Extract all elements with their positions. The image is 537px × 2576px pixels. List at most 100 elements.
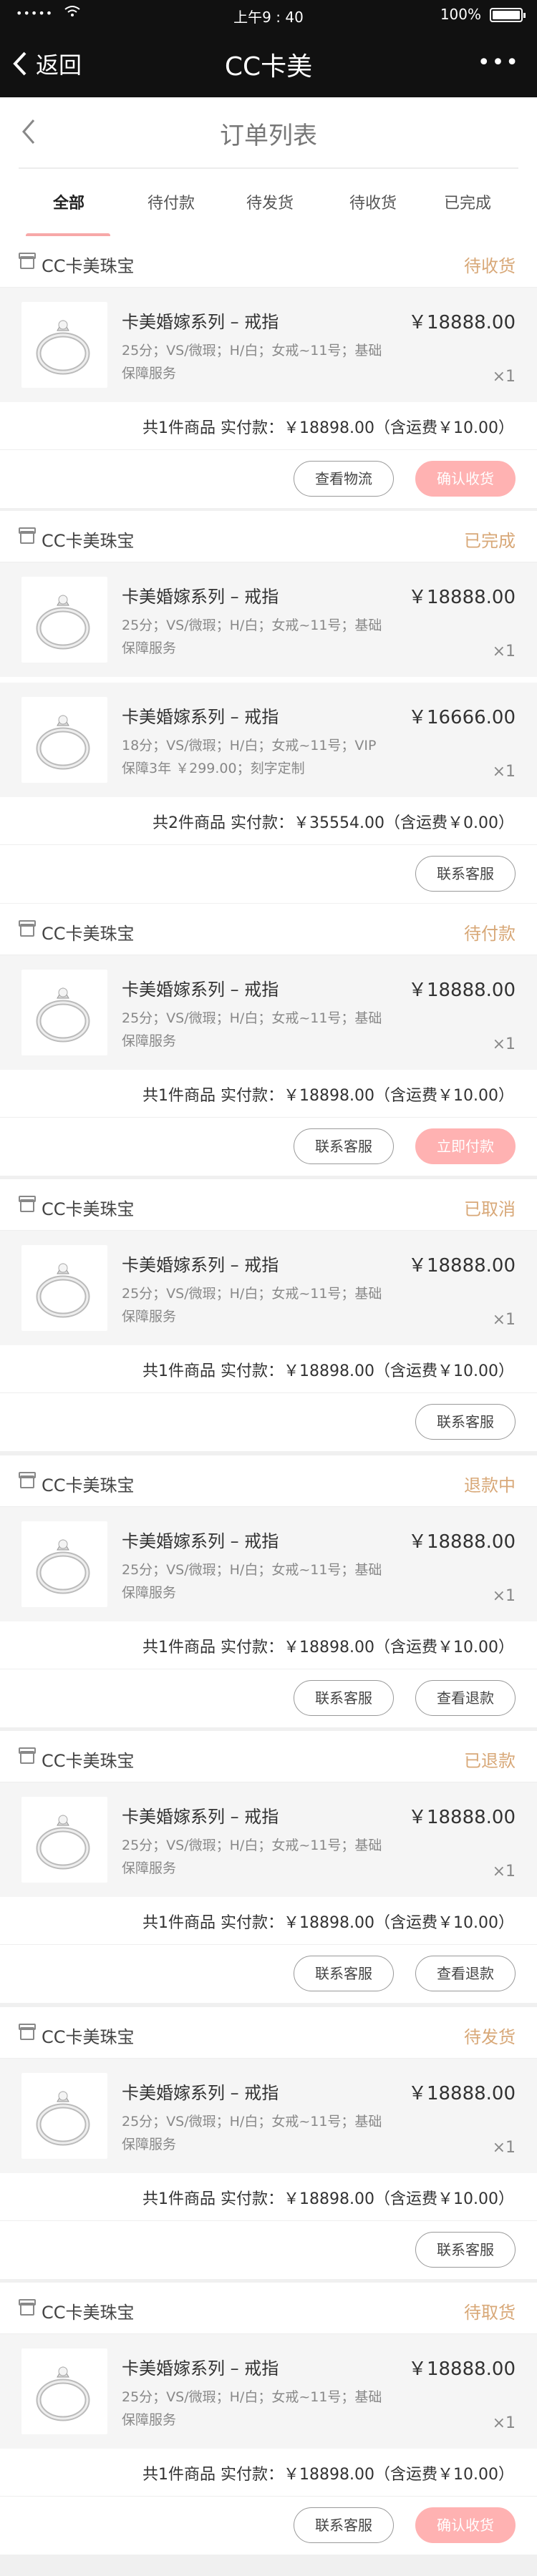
order-header: CC卡美珠宝 待取货 <box>0 2283 537 2334</box>
order-item[interactable]: 卡美婚嫁系列 – 戒指 ￥18888.00 25分；VS/微瑕；H/白；女戒~1… <box>0 288 537 402</box>
item-quantity: ×1 <box>492 1863 516 1880</box>
order-item[interactable]: 卡美婚嫁系列 – 戒指 ￥18888.00 25分；VS/微瑕；H/白；女戒~1… <box>0 2059 537 2173</box>
item-price: ￥18888.00 <box>407 1531 516 1553</box>
order-status: 已完成 <box>464 531 516 551</box>
item-quantity: ×1 <box>492 2414 516 2432</box>
order-status: 已取消 <box>464 1199 516 1219</box>
order-item[interactable]: 卡美婚嫁系列 – 戒指 ￥18888.00 25分；VS/微瑕；H/白；女戒~1… <box>0 1507 537 1621</box>
order-summary: 共1件商品 实付款：￥18898.00（含运费￥10.00） <box>142 2190 514 2208</box>
order-item[interactable]: 卡美婚嫁系列 – 戒指 ￥18888.00 25分；VS/微瑕；H/白；女戒~1… <box>0 2334 537 2449</box>
item-spec: 25分；VS/微瑕；H/白；女戒~11号；基础保障服务 <box>122 1010 382 1049</box>
item-price: ￥18888.00 <box>407 587 516 608</box>
shop-name: CC卡美珠宝 <box>42 531 135 551</box>
item-name: 卡美婚嫁系列 – 戒指 <box>122 707 279 727</box>
tab-pending-receipt[interactable]: 待收货 <box>349 190 397 213</box>
order-status: 待付款 <box>464 924 516 944</box>
order-summary: 共1件商品 实付款：￥18898.00（含运费￥10.00） <box>142 419 514 437</box>
ring-product-image <box>21 1245 107 1331</box>
order-item[interactable]: 卡美婚嫁系列 – 戒指 ￥16666.00 18分；VS/微瑕；H/白；女戒~1… <box>0 683 537 797</box>
item-name: 卡美婚嫁系列 – 戒指 <box>122 1807 279 1827</box>
shop-icon <box>19 2299 36 2316</box>
secondary-action-button[interactable]: 查看物流 <box>294 461 394 497</box>
divider <box>0 449 537 450</box>
shop-name: CC卡美珠宝 <box>42 924 135 944</box>
order-status: 已退款 <box>464 1751 516 1771</box>
secondary-action-button[interactable]: 联系客服 <box>294 2507 394 2543</box>
shop-name: CC卡美珠宝 <box>42 1199 135 1219</box>
order-card: CC卡美珠宝 待收货 卡美婚嫁系列 – 戒指 ￥18888.00 25分；VS/… <box>0 236 537 508</box>
secondary-action-button[interactable]: 联系客服 <box>415 2232 516 2268</box>
item-spec: 25分；VS/微瑕；H/白；女戒~11号；基础保障服务 <box>122 343 382 381</box>
shop-name: CC卡美珠宝 <box>42 256 135 276</box>
order-item[interactable]: 卡美婚嫁系列 – 戒指 ￥18888.00 25分；VS/微瑕；H/白；女戒~1… <box>0 955 537 1070</box>
item-price: ￥18888.00 <box>407 2083 516 2104</box>
primary-action-button[interactable]: 立即付款 <box>415 1128 516 1164</box>
item-price: ￥18888.00 <box>407 1255 516 1277</box>
order-summary: 共1件商品 实付款：￥18898.00（含运费￥10.00） <box>142 1362 514 1380</box>
order-card: CC卡美珠宝 已完成 卡美婚嫁系列 – 戒指 ￥18888.00 25分；VS/… <box>0 511 537 903</box>
order-status: 待收货 <box>464 256 516 276</box>
status-bar: ••••• 上午9 : 40 100% <box>0 0 537 29</box>
item-price: ￥18888.00 <box>407 980 516 1001</box>
item-name: 卡美婚嫁系列 – 戒指 <box>122 980 279 1000</box>
page-title: 订单列表 <box>220 122 317 150</box>
order-item[interactable]: 卡美婚嫁系列 – 戒指 ￥18888.00 25分；VS/微瑕；H/白；女戒~1… <box>0 1231 537 1345</box>
shop-icon <box>19 2024 36 2040</box>
item-price: ￥18888.00 <box>407 2358 516 2380</box>
secondary-action-button[interactable]: 查看退款 <box>415 1956 516 1991</box>
divider <box>0 2496 537 2497</box>
item-quantity: ×1 <box>492 2139 516 2157</box>
item-spec: 25分；VS/微瑕；H/白；女戒~11号；基础保障服务 <box>122 1562 382 1601</box>
ring-product-image <box>21 2073 107 2159</box>
order-summary: 共2件商品 实付款：￥35554.00（含运费￥0.00） <box>153 814 514 832</box>
item-name: 卡美婚嫁系列 – 戒指 <box>122 2083 279 2103</box>
tab-pending-payment[interactable]: 待付款 <box>147 190 195 213</box>
item-name: 卡美婚嫁系列 – 戒指 <box>122 2358 279 2379</box>
battery-icon <box>490 8 526 22</box>
order-card: CC卡美珠宝 退款中 卡美婚嫁系列 – 戒指 ￥18888.00 25分；VS/… <box>0 1455 537 1727</box>
order-summary: 共1件商品 实付款：￥18898.00（含运费￥10.00） <box>142 1914 514 1932</box>
tab-completed[interactable]: 已完成 <box>444 190 491 213</box>
divider <box>19 167 518 169</box>
shop-icon <box>19 253 36 269</box>
shop-icon <box>19 527 36 544</box>
secondary-action-button[interactable]: 联系客服 <box>415 856 516 892</box>
tab-all[interactable]: 全部 <box>53 190 84 213</box>
order-card: CC卡美珠宝 已取消 卡美婚嫁系列 – 戒指 ￥18888.00 25分；VS/… <box>0 1179 537 1451</box>
primary-action-button[interactable]: 确认收货 <box>415 2507 516 2543</box>
item-name: 卡美婚嫁系列 – 戒指 <box>122 587 279 607</box>
order-item[interactable]: 卡美婚嫁系列 – 戒指 ￥18888.00 25分；VS/微瑕；H/白；女戒~1… <box>0 1782 537 1897</box>
divider <box>0 1392 537 1393</box>
item-quantity: ×1 <box>492 643 516 660</box>
primary-action-button[interactable]: 确认收货 <box>415 461 516 497</box>
divider <box>0 1117 537 1118</box>
secondary-action-button[interactable]: 联系客服 <box>294 1680 394 1716</box>
shop-name: CC卡美珠宝 <box>42 2027 135 2047</box>
order-item[interactable]: 卡美婚嫁系列 – 戒指 ￥18888.00 25分；VS/微瑕；H/白；女戒~1… <box>0 562 537 677</box>
nav-title: CC卡美 <box>224 52 313 82</box>
item-name: 卡美婚嫁系列 – 戒指 <box>122 312 279 332</box>
shop-icon <box>19 1747 36 1764</box>
ring-product-image <box>21 1521 107 1607</box>
ring-product-image <box>21 970 107 1055</box>
shop-name: CC卡美珠宝 <box>42 1475 135 1496</box>
order-summary: 共1件商品 实付款：￥18898.00（含运费￥10.00） <box>142 1639 514 1657</box>
nav-bar: 返回 CC卡美 ••• <box>0 29 537 97</box>
order-header: CC卡美珠宝 已完成 <box>0 511 537 562</box>
more-icon[interactable]: ••• <box>478 50 520 75</box>
item-quantity: ×1 <box>492 1035 516 1053</box>
item-spec: 25分；VS/微瑕；H/白；女戒~11号；基础保障服务 <box>122 2389 382 2428</box>
order-summary: 共1件商品 实付款：￥18898.00（含运费￥10.00） <box>142 1087 514 1105</box>
secondary-action-button[interactable]: 查看退款 <box>415 1680 516 1716</box>
item-spec: 18分；VS/微瑕；H/白；女戒~11号；VIP保障3年 ￥299.00；刻字定… <box>122 738 377 776</box>
item-price: ￥18888.00 <box>407 312 516 333</box>
secondary-action-button[interactable]: 联系客服 <box>415 1404 516 1440</box>
secondary-action-button[interactable]: 联系客服 <box>294 1956 394 1991</box>
tab-pending-shipment[interactable]: 待发货 <box>246 190 294 213</box>
order-summary: 共1件商品 实付款：￥18898.00（含运费￥10.00） <box>142 2466 514 2484</box>
ring-product-image <box>21 577 107 663</box>
order-card: CC卡美珠宝 待付款 卡美婚嫁系列 – 戒指 ￥18888.00 25分；VS/… <box>0 904 537 1176</box>
order-status: 退款中 <box>464 1475 516 1496</box>
order-header: CC卡美珠宝 已取消 <box>0 1179 537 1231</box>
secondary-action-button[interactable]: 联系客服 <box>294 1128 394 1164</box>
